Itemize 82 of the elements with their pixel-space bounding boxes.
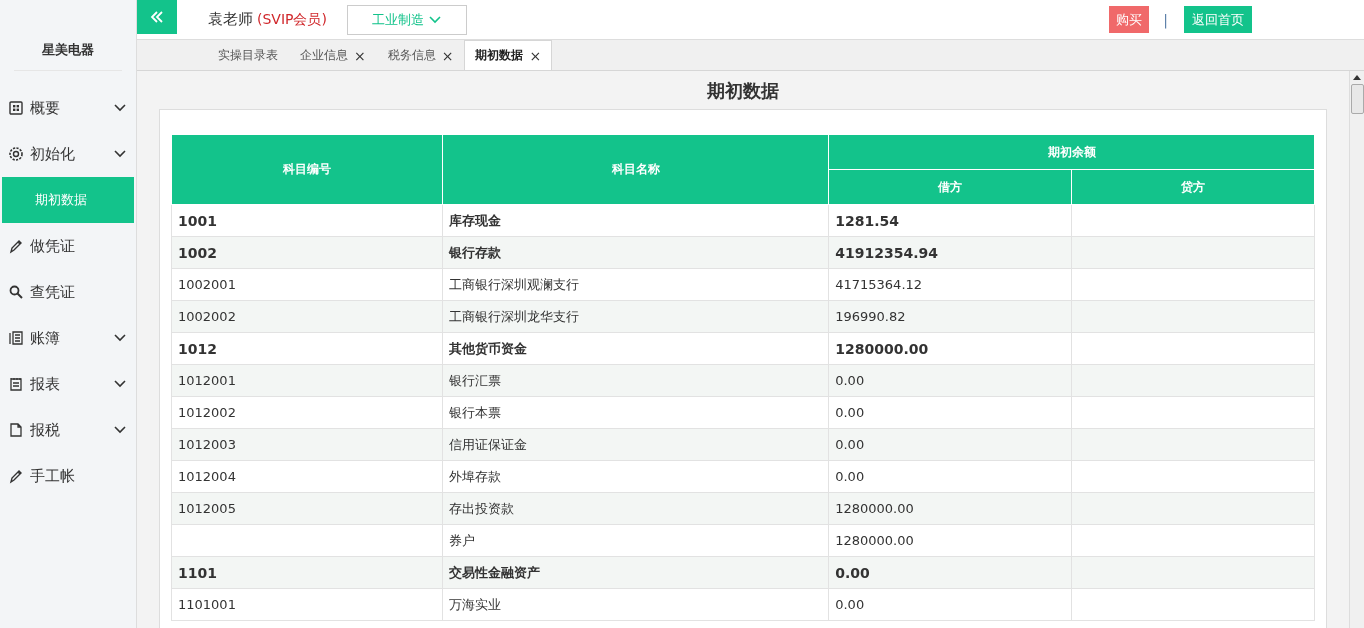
close-icon[interactable]: × <box>354 47 366 64</box>
chevron-down-icon <box>114 380 126 388</box>
scroll-thumb[interactable] <box>1350 84 1364 114</box>
column-header: 科目名称 <box>442 134 829 205</box>
column-header: 借方 <box>828 169 1072 205</box>
table-cell: 工商银行深圳龙华支行 <box>442 300 829 333</box>
table-cell: 库存现金 <box>442 204 829 237</box>
column-header: 贷方 <box>1071 169 1315 205</box>
table-cell: 信用证保证金 <box>442 428 829 461</box>
book-icon <box>8 330 24 346</box>
search-icon <box>8 284 24 300</box>
tab[interactable]: 税务信息 × <box>376 40 465 70</box>
chevron-down-icon <box>114 334 126 342</box>
table-cell: 1012 <box>171 332 443 365</box>
scrollbar-track[interactable] <box>1349 71 1364 628</box>
document-icon <box>8 422 24 438</box>
table-cell: 0.00 <box>828 588 1072 621</box>
scroll-up-icon[interactable] <box>1353 75 1361 80</box>
column-header: 科目编号 <box>171 134 443 205</box>
table-cell: 其他货币资金 <box>442 332 829 365</box>
double-chevron-left-icon <box>150 11 164 23</box>
table-cell: 券户 <box>442 524 829 557</box>
table-cell: 1012004 <box>171 460 443 493</box>
table-cell: 0.00 <box>828 364 1072 397</box>
table-cell: 银行汇票 <box>442 364 829 397</box>
grid-icon <box>8 100 24 116</box>
table-cell: 银行本票 <box>442 396 829 429</box>
table-cell: 1002001 <box>171 268 443 301</box>
pencil-icon <box>8 238 24 254</box>
table-cell: 交易性金融资产 <box>442 556 829 589</box>
table-cell: 0.00 <box>828 428 1072 461</box>
pencil-icon <box>8 468 24 484</box>
close-icon[interactable]: × <box>529 47 542 64</box>
sidebar-item[interactable]: 初始化 <box>0 131 136 177</box>
tab[interactable]: 期初数据 × <box>464 40 553 70</box>
table-cell: 存出投资款 <box>442 492 829 525</box>
table-cell: 41912354.94 <box>828 236 1072 269</box>
table-cell: 0.00 <box>828 396 1072 429</box>
table-cell: 工商银行深圳观澜支行 <box>442 268 829 301</box>
table-cell: 1002 <box>171 236 443 269</box>
chevron-down-icon <box>114 104 126 112</box>
page-title: 期初数据 <box>706 79 780 103</box>
table-cell: 万海实业 <box>442 588 829 621</box>
table-cell: 银行存款 <box>442 236 829 269</box>
tab[interactable]: 实操目录表 <box>207 40 289 70</box>
separator: | <box>1163 11 1168 28</box>
table-cell: 1012003 <box>171 428 443 461</box>
company-name: 星美电器 <box>42 41 94 59</box>
table-cell: 196990.82 <box>828 300 1072 333</box>
tab[interactable]: 企业信息 × <box>289 40 377 70</box>
gear-icon <box>8 146 24 162</box>
sidebar-item[interactable]: 概要 <box>0 85 136 131</box>
column-header: 期初余额 <box>828 134 1315 170</box>
table-cell: 1280000.00 <box>828 332 1072 365</box>
table-cell: 1012001 <box>171 364 443 397</box>
table-cell: 1001 <box>171 204 443 237</box>
sidebar-item[interactable]: 手工帐 <box>0 453 136 499</box>
table-cell: 1281.54 <box>828 204 1072 237</box>
notepad-icon <box>8 376 24 392</box>
table-cell: 外埠存款 <box>442 460 829 493</box>
table-cell: 0.00 <box>828 556 1072 589</box>
table-cell: 0.00 <box>828 460 1072 493</box>
close-icon[interactable]: × <box>441 47 454 64</box>
sidebar-item[interactable]: 报税 <box>0 407 136 453</box>
sidebar-item[interactable]: 查凭证 <box>0 269 136 315</box>
table-cell: 1002002 <box>171 300 443 333</box>
table-cell: 41715364.12 <box>828 268 1072 301</box>
table-cell: 1012005 <box>171 492 443 525</box>
membership-label: (SVIP会员) <box>257 10 327 29</box>
table-cell: 1280000.00 <box>828 492 1072 525</box>
chevron-down-icon <box>429 15 442 24</box>
chevron-down-icon <box>114 150 126 158</box>
table-cell: 1280000.00 <box>828 524 1072 557</box>
table-cell: 1101001 <box>171 588 443 621</box>
table-cell: 1012002 <box>171 396 443 429</box>
sidebar-item[interactable]: 报表 <box>0 361 136 407</box>
table-cell: 1101 <box>171 556 443 589</box>
chevron-down-icon <box>114 426 126 434</box>
collapse-button[interactable] <box>137 0 177 34</box>
user-name: 袁老师 <box>208 10 253 29</box>
sidebar-item[interactable]: 账簿 <box>0 315 136 361</box>
sidebar-item[interactable]: 做凭证 <box>0 223 136 269</box>
